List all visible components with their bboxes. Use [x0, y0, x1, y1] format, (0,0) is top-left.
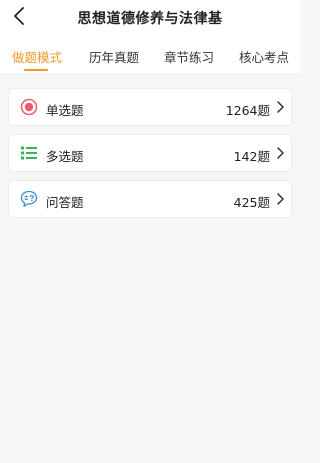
- list-icon: [20, 144, 38, 162]
- chevron-right-icon: [277, 193, 284, 205]
- chevron-right-icon: [277, 101, 284, 113]
- category-question-answer[interactable]: 问答题 425题: [8, 180, 292, 218]
- category-label: 问答题: [46, 195, 84, 210]
- radio-target-icon: [20, 98, 38, 116]
- question-count: 1264题: [225, 103, 270, 118]
- question-bubble-icon: [20, 190, 38, 208]
- tab-practice-mode[interactable]: 做题模式: [12, 47, 62, 66]
- top-bar: 思想道德修养与法律基: [0, 0, 300, 34]
- chevron-right-icon: [277, 147, 284, 159]
- tab-chapter-practice[interactable]: 章节练习: [164, 47, 214, 66]
- category-label: 多选题: [46, 149, 84, 164]
- active-tab-indicator: [24, 69, 48, 71]
- question-count: 425题: [233, 195, 270, 210]
- tab-bar: 做题模式 历年真题 章节练习 核心考点: [0, 34, 300, 75]
- category-multiple-choice[interactable]: 多选题 142题: [8, 134, 292, 172]
- question-count: 142题: [233, 149, 270, 164]
- category-label: 单选题: [46, 103, 84, 118]
- tab-key-points[interactable]: 核心考点: [239, 47, 289, 66]
- tab-past-exams[interactable]: 历年真题: [89, 47, 139, 66]
- page-title: 思想道德修养与法律基: [77, 11, 223, 27]
- category-single-choice[interactable]: 单选题 1264题: [8, 88, 292, 126]
